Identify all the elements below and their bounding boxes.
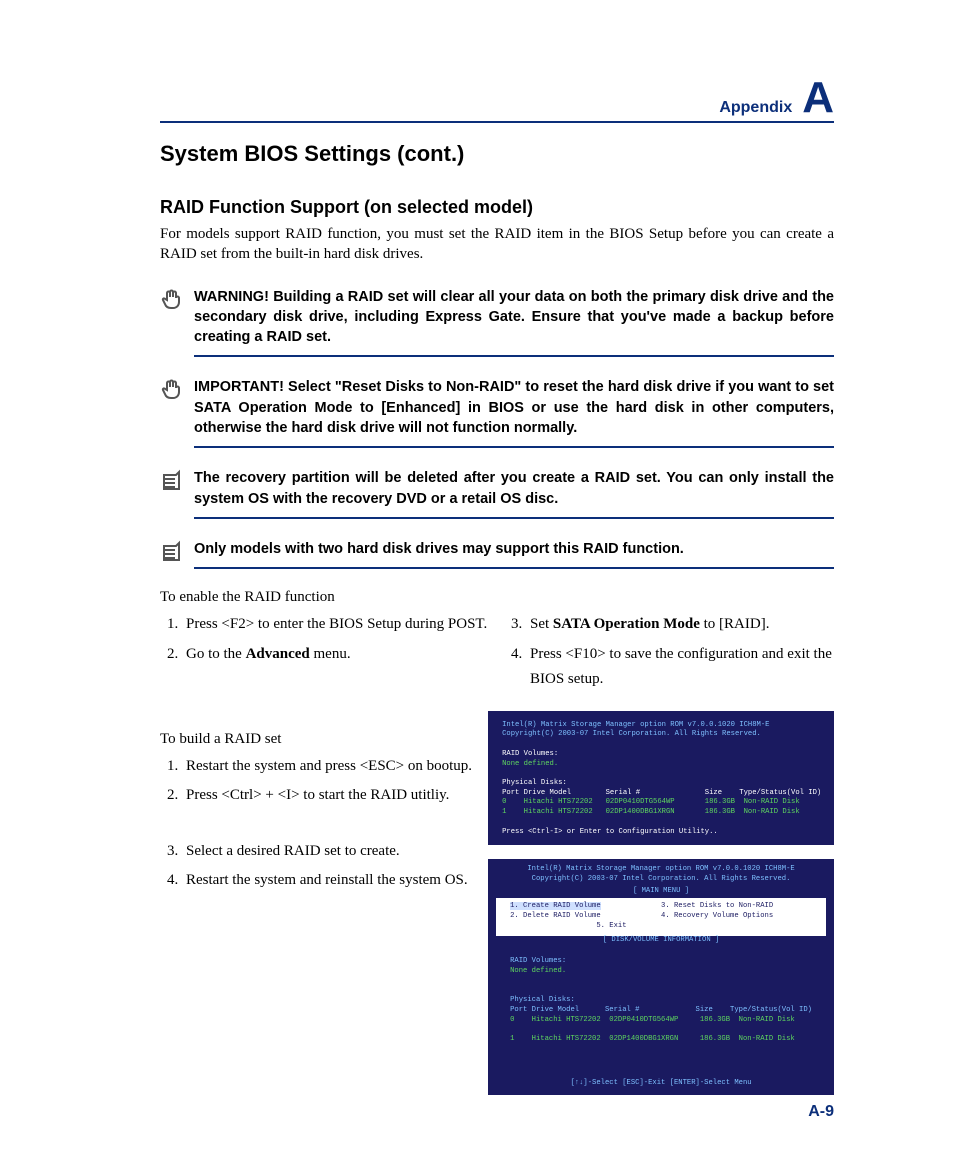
step: Restart the system and reinstall the sys… — [182, 868, 474, 894]
hand-icon — [160, 377, 184, 401]
note-important: IMPORTANT! Select "Reset Disks to Non-RA… — [160, 377, 834, 448]
step: Select a desired RAID set to create. — [182, 839, 474, 865]
page-header: Appendix A — [160, 80, 834, 123]
bios-screen-2: Intel(R) Matrix Storage Manager option R… — [488, 859, 834, 1094]
step: Press <Ctrl> + <I> to start the RAID uti… — [182, 783, 474, 809]
note-models-text: Only models with two hard disk drives ma… — [194, 539, 834, 569]
step: Go to the Advanced menu. — [182, 642, 490, 668]
section-heading: RAID Function Support (on selected model… — [160, 197, 834, 218]
bios-screen-1: Intel(R) Matrix Storage Manager option R… — [488, 711, 834, 846]
build-heading: To build a RAID set — [160, 731, 474, 748]
bios2-menu: 1. Create RAID Volume 3. Reset Disks to … — [496, 898, 826, 935]
enable-steps-right: Set SATA Operation Mode to [RAID]. Press… — [504, 612, 834, 693]
pencil-note-icon — [160, 468, 184, 492]
step: Set SATA Operation Mode to [RAID]. — [526, 612, 834, 638]
bios2-title: Intel(R) Matrix Storage Manager option R… — [488, 859, 834, 886]
page-title: System BIOS Settings (cont.) — [160, 141, 834, 167]
note-important-text: IMPORTANT! Select "Reset Disks to Non-RA… — [194, 377, 834, 448]
appendix-letter: A — [802, 80, 834, 115]
bios2-footer: [↑↓]-Select [ESC]-Exit [ENTER]-Select Me… — [488, 1075, 834, 1095]
note-recovery: The recovery partition will be deleted a… — [160, 468, 834, 519]
step: Press <F2> to enter the BIOS Setup durin… — [182, 612, 490, 638]
bios2-info-label: [ DISK/VOLUME INFORMATION ] — [488, 936, 834, 948]
bios2-main-menu-label: [ MAIN MENU ] — [488, 887, 834, 899]
intro-text: For models support RAID function, you mu… — [160, 224, 834, 265]
note-warning: WARNING! Building a RAID set will clear … — [160, 287, 834, 358]
note-models: Only models with two hard disk drives ma… — [160, 539, 834, 569]
pencil-note-icon — [160, 539, 184, 563]
page-number: A-9 — [160, 1103, 834, 1121]
note-recovery-text: The recovery partition will be deleted a… — [194, 468, 834, 519]
build-steps-a: Restart the system and press <ESC> on bo… — [160, 754, 474, 809]
hand-icon — [160, 287, 184, 311]
appendix-label: Appendix — [719, 99, 792, 117]
bios2-info: RAID Volumes: None defined. Physical Dis… — [488, 947, 834, 1074]
note-warning-text: WARNING! Building a RAID set will clear … — [194, 287, 834, 358]
build-steps-b: Select a desired RAID set to create. Res… — [160, 839, 474, 894]
enable-heading: To enable the RAID function — [160, 589, 834, 606]
enable-steps-left: Press <F2> to enter the BIOS Setup durin… — [160, 612, 490, 667]
step: Press <F10> to save the configuration an… — [526, 642, 834, 693]
step: Restart the system and press <ESC> on bo… — [182, 754, 474, 780]
